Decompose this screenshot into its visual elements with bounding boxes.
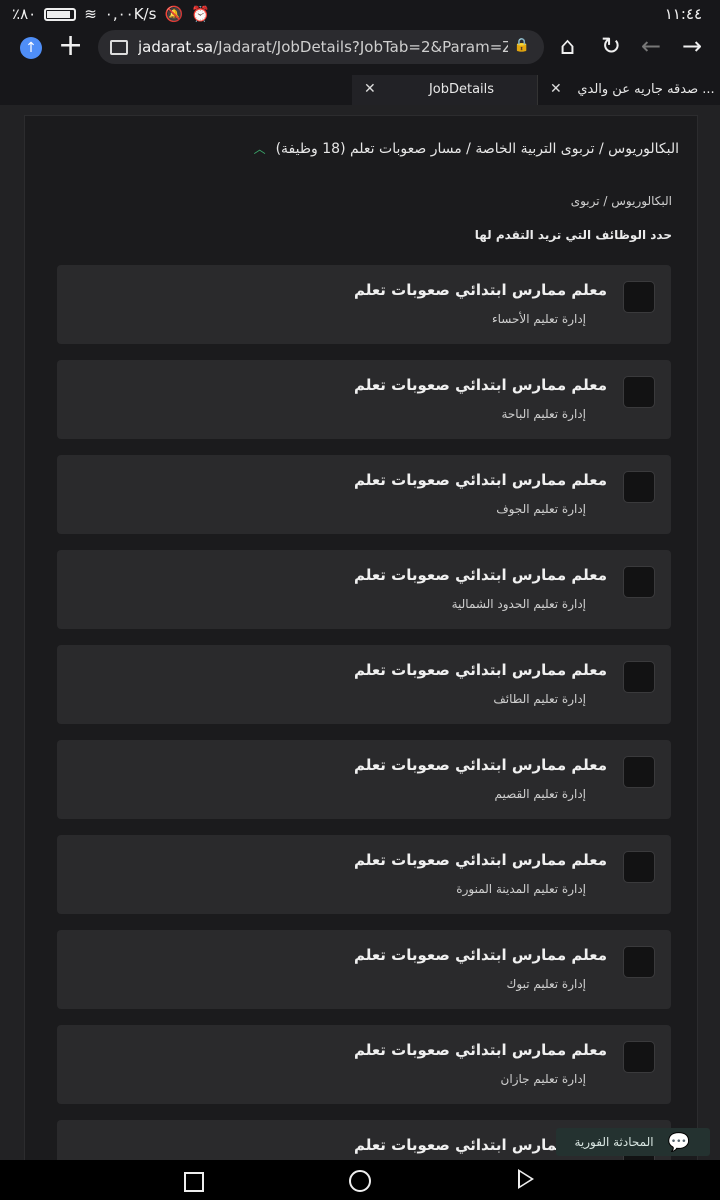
job-card[interactable]: معلم ممارس ابتدائي صعوبات تعلم إدارة تعل… (57, 835, 671, 914)
upload-arrow-icon[interactable]: ↑ (20, 37, 42, 59)
recents-square-icon[interactable] (184, 1172, 204, 1192)
tab-other[interactable]: ✕ صدقه جاريه عن والدي ... (537, 75, 720, 105)
job-title: معلم ممارس ابتدائي صعوبات تعلم (353, 946, 607, 964)
job-card[interactable]: معلم ممارس ابتدائي صعوبات تعلم إدارة تعل… (57, 645, 671, 724)
job-card[interactable]: معلم ممارس ابتدائي صعوبات تعلم إدارة تعل… (57, 930, 671, 1009)
job-title: معلم ممارس ابتدائي صعوبات تعلم (353, 566, 607, 584)
status-bar: ٪٨٠ ≋ ٠,٠٠K/s 🔕 ⏰ ١١:٤٤ (0, 0, 720, 30)
job-checkbox[interactable] (623, 376, 655, 408)
reload-icon[interactable]: ↻ (601, 32, 621, 60)
job-checkbox[interactable] (623, 281, 655, 313)
job-card[interactable]: معلم ممارس ابتدائي صعوبات تعلم إدارة تعل… (57, 1025, 671, 1104)
tab-jobdetails[interactable]: ✕ JobDetails (352, 75, 537, 105)
job-title: معلم ممارس ابتدائي صعوبات تعلم (353, 376, 607, 394)
job-title: معلم ممارس ابتدائي صعوبات تعلم (353, 1041, 607, 1059)
back-arrow-icon[interactable]: ← (641, 32, 661, 60)
job-checkbox[interactable] (623, 851, 655, 883)
job-checkbox[interactable] (623, 471, 655, 503)
section-header[interactable]: البكالوريوس / تربوى التربية الخاصة / مسا… (254, 140, 679, 157)
tab-label: صدقه جاريه عن والدي ... (577, 82, 715, 97)
job-panel: البكالوريوس / تربوى التربية الخاصة / مسا… (24, 115, 698, 1160)
job-department: إدارة تعليم القصيم (494, 787, 586, 801)
url-text[interactable]: jadarat.sa/Jadarat/JobDetails?JobTab=2&P… (138, 38, 508, 56)
browser-toolbar: ↑ + jadarat.sa/Jadarat/JobDetails?JobTab… (0, 30, 720, 75)
job-card[interactable]: معلم ممارس ابتدائي صعوبات تعلم إدارة تعل… (57, 455, 671, 534)
battery-icon (44, 7, 77, 21)
network-speed: ٠,٠٠K/s (104, 5, 157, 23)
job-checkbox[interactable] (623, 756, 655, 788)
close-icon[interactable]: ✕ (550, 81, 562, 97)
job-card[interactable]: معلم ممارس ابتدائي صعوبات تعلم إدارة تعل… (57, 550, 671, 629)
job-department: إدارة تعليم المدينة المنورة (456, 882, 586, 896)
job-card[interactable]: معلم ممارس ابتدائي صعوبات تعلم إدارة تعل… (57, 740, 671, 819)
chat-bubbles-icon: 💬 (667, 1131, 690, 1153)
alarm-icon: ⏰ (191, 5, 210, 23)
tab-strip: ✕ JobDetails ✕ صدقه جاريه عن والدي ... (0, 75, 720, 105)
battery-percent: ٪٨٠ (12, 5, 37, 23)
job-department: إدارة تعليم جازان (500, 1072, 586, 1086)
wifi-icon: ≋ (84, 5, 97, 23)
job-checkbox[interactable] (623, 946, 655, 978)
job-title: معلم ممارس ابتدائي صعوبات تعلم (353, 471, 607, 489)
status-left: ٪٨٠ ≋ ٠,٠٠K/s 🔕 ⏰ (12, 5, 210, 23)
job-department: إدارة تعليم الباحة (501, 407, 586, 421)
job-department: إدارة تعليم الجوف (496, 502, 586, 516)
back-triangle-icon[interactable] (518, 1169, 534, 1189)
job-title: معلم ممارس ابتدائي صعوبات تعلم (353, 756, 607, 774)
close-icon[interactable]: ✕ (364, 81, 376, 97)
home-circle-icon[interactable] (349, 1170, 371, 1192)
job-title: معلم ممارس ابتدائي صعوبات تعلم (353, 281, 607, 299)
job-card[interactable]: معلم ممارس ابتدائي صعوبات تعلم إدارة تعل… (57, 360, 671, 439)
job-checkbox[interactable] (623, 566, 655, 598)
job-department: إدارة تعليم تبوك (506, 977, 586, 991)
chevron-up-icon[interactable]: ︿ (254, 140, 266, 157)
mute-icon: 🔕 (164, 5, 184, 23)
job-title: معلم ممارس ابتدائي صعوبات تعلم (353, 661, 607, 679)
url-bar[interactable]: jadarat.sa/Jadarat/JobDetails?JobTab=2&P… (98, 30, 544, 64)
job-checkbox[interactable] (623, 661, 655, 693)
live-chat-button[interactable]: المحادثة الفورية 💬 (556, 1128, 710, 1156)
job-department: إدارة تعليم الحدود الشمالية (451, 597, 586, 611)
page-content: البكالوريوس / تربوى التربية الخاصة / مسا… (0, 105, 720, 1160)
job-list: معلم ممارس ابتدائي صعوبات تعلم إدارة تعل… (57, 265, 671, 1160)
tab-label: JobDetails (428, 82, 495, 97)
job-department: إدارة تعليم الطائف (493, 692, 586, 706)
clock: ١١:٤٤ (664, 5, 702, 23)
new-tab-button[interactable]: + (58, 30, 83, 62)
select-jobs-label: حدد الوظائف التي تريد التقدم لها (474, 228, 672, 242)
breadcrumb: البكالوريوس / تربوى (570, 194, 672, 208)
tab-switcher-icon[interactable] (110, 40, 128, 55)
lock-icon: 🔒 (513, 38, 530, 53)
forward-arrow-icon[interactable]: → (682, 32, 702, 60)
system-nav-bar (0, 1160, 720, 1200)
job-checkbox[interactable] (623, 1041, 655, 1073)
home-icon[interactable]: ⌂ (560, 32, 575, 60)
job-department: إدارة تعليم الأحساء (491, 312, 586, 326)
job-title: معلم ممارس ابتدائي صعوبات تعلم (353, 851, 607, 869)
job-card[interactable]: معلم ممارس ابتدائي صعوبات تعلم إدارة تعل… (57, 265, 671, 344)
live-chat-label: المحادثة الفورية (574, 1135, 654, 1149)
section-title: البكالوريوس / تربوى التربية الخاصة / مسا… (275, 140, 679, 157)
